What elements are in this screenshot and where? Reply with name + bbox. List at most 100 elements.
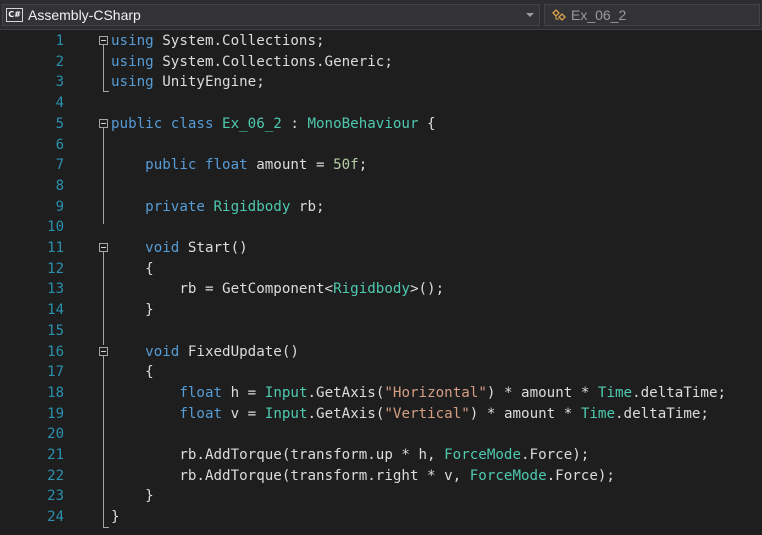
code-token: h = xyxy=(222,384,265,401)
line-number: 24 xyxy=(47,509,64,526)
code-line[interactable]: 17 { xyxy=(0,362,762,383)
code-line[interactable]: 21 rb.AddTorque(transform.up * h, ForceM… xyxy=(0,445,762,466)
code-line[interactable]: 12 { xyxy=(0,259,762,280)
code-token: public class xyxy=(111,115,223,132)
code-token: using xyxy=(111,53,154,70)
line-number: 14 xyxy=(47,302,64,319)
code-line[interactable]: 20 xyxy=(0,424,762,445)
code-token: Time xyxy=(580,405,616,422)
fold-guide xyxy=(103,324,104,345)
code-token: float xyxy=(179,405,223,422)
code-token: >(); xyxy=(409,281,445,298)
line-number: 15 xyxy=(47,322,64,339)
code-token: Start() xyxy=(179,240,248,256)
code-token: Input xyxy=(264,384,308,401)
project-dropdown[interactable]: C# Assembly-CSharp xyxy=(2,4,540,26)
code-line[interactable]: 6 xyxy=(0,135,762,156)
code-text: } xyxy=(111,300,154,321)
code-line[interactable]: 1 using System.Collections; xyxy=(0,31,762,52)
code-token: private xyxy=(145,198,214,215)
code-token: : xyxy=(281,115,308,132)
code-token: rb; xyxy=(290,198,325,215)
code-line[interactable]: 24} xyxy=(0,507,762,528)
line-number: 18 xyxy=(47,384,64,401)
project-label: Assembly-CSharp xyxy=(28,7,141,23)
collapse-icon[interactable] xyxy=(99,347,108,356)
code-token: v = xyxy=(222,405,265,422)
code-token: { xyxy=(111,260,154,277)
line-number: 10 xyxy=(47,219,64,236)
code-line[interactable]: 4 xyxy=(0,93,762,114)
code-token: 50f xyxy=(333,157,359,174)
code-token: .deltaTime; xyxy=(615,405,709,422)
code-text: rb = GetComponent<Rigidbody>(); xyxy=(111,279,444,300)
code-line[interactable]: 10 xyxy=(0,217,762,238)
code-line[interactable]: 19 float v = Input.GetAxis("Vertical") *… xyxy=(0,404,762,425)
code-line[interactable]: 9 private Rigidbody rb; xyxy=(0,197,762,218)
line-number: 8 xyxy=(55,177,64,194)
code-line[interactable]: 14 } xyxy=(0,300,762,321)
code-line[interactable]: 15 xyxy=(0,321,762,342)
code-line[interactable]: 13 rb = GetComponent<Rigidbody>(); xyxy=(0,279,762,300)
collapse-icon[interactable] xyxy=(99,243,108,252)
code-line[interactable]: 2 using System.Collections.Generic; xyxy=(0,52,762,73)
code-token: .Force); xyxy=(546,467,615,484)
code-token: .GetAxis( xyxy=(307,384,385,401)
code-token: MonoBehaviour xyxy=(307,115,419,132)
code-text: { xyxy=(111,362,154,383)
code-editor[interactable]: 24} 23 } 22 rb.AddTorque(transform.right *… xyxy=(0,30,762,535)
member-dropdown[interactable]: Ex_06_2 xyxy=(544,4,760,26)
line-number: 9 xyxy=(55,198,64,215)
line-number: 11 xyxy=(47,240,64,256)
code-token: .Force); xyxy=(521,447,590,463)
code-text: private Rigidbody rb; xyxy=(111,197,325,218)
code-token: rb.AddTorque(transform.up * h, xyxy=(111,447,445,463)
chevron-down-icon[interactable] xyxy=(526,13,534,17)
code-token: .deltaTime; xyxy=(632,384,727,401)
code-line[interactable]: 18 float h = Input.GetAxis("Horizontal")… xyxy=(0,383,762,404)
code-text: rb.AddTorque(transform.right * v, ForceM… xyxy=(111,466,615,487)
code-token: Time xyxy=(597,384,633,401)
code-line[interactable]: 16 void FixedUpdate() xyxy=(0,342,762,363)
fold-guide xyxy=(103,356,104,527)
collapse-icon[interactable] xyxy=(99,36,108,45)
code-token: ForceMode xyxy=(444,447,521,463)
code-line[interactable]: 7 public float amount = 50f; xyxy=(0,155,762,176)
code-token: amount = xyxy=(247,157,334,174)
code-token: void xyxy=(145,343,180,360)
code-line[interactable]: 5 public class Ex_06_2 : MonoBehaviour { xyxy=(0,114,762,135)
navigation-bar: C# Assembly-CSharp Ex_06_2 xyxy=(0,0,762,30)
code-token: Rigidbody xyxy=(333,281,410,298)
code-line[interactable]: 11 void Start() xyxy=(0,238,762,259)
line-number: 7 xyxy=(55,157,64,174)
code-text: float v = Input.GetAxis("Vertical") * am… xyxy=(111,404,709,425)
code-token: Ex_06_2 xyxy=(222,115,282,132)
code-line[interactable]: 8 xyxy=(0,176,762,197)
code-line[interactable]: 3 using UnityEngine; xyxy=(0,72,762,93)
line-number: 1 xyxy=(55,33,64,49)
code-token: Rigidbody xyxy=(213,198,291,215)
code-token: "Vertical" xyxy=(384,405,470,422)
member-label: Ex_06_2 xyxy=(571,7,627,23)
code-token: FixedUpdate() xyxy=(179,343,299,360)
code-token: ForceMode xyxy=(469,467,547,484)
line-number: 4 xyxy=(55,95,64,112)
code-text: } xyxy=(111,486,154,507)
fold-guide xyxy=(103,45,104,91)
collapse-icon[interactable] xyxy=(99,119,108,128)
code-line[interactable]: 22 rb.AddTorque(transform.right * v, For… xyxy=(0,466,762,487)
code-text: { xyxy=(111,259,154,280)
code-token: ; xyxy=(358,157,368,174)
line-number: 12 xyxy=(47,260,64,277)
line-number: 19 xyxy=(47,405,64,422)
code-line[interactable]: 23 } xyxy=(0,486,762,507)
line-number: 20 xyxy=(47,426,64,443)
code-token: } xyxy=(111,302,154,319)
code-token: ) * amount * xyxy=(486,384,598,401)
line-number: 22 xyxy=(47,467,64,484)
